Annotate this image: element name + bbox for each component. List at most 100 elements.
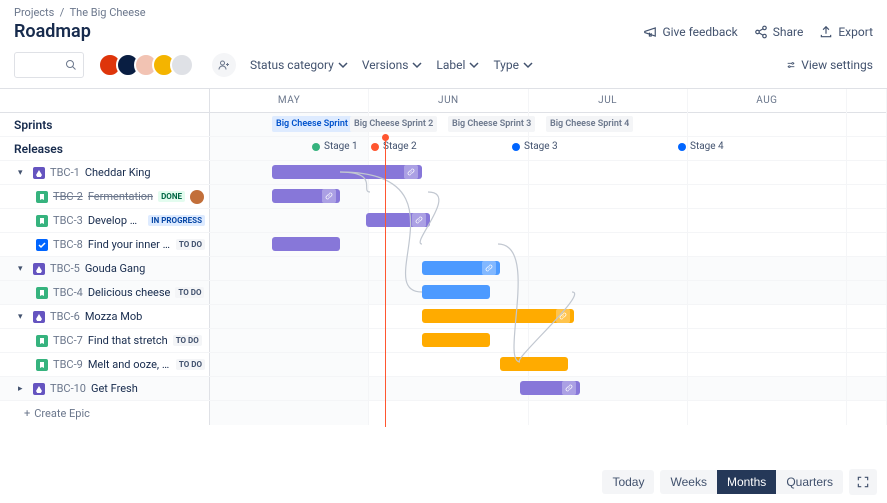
issue-summary[interactable]: Melt and ooze, baby: [88, 358, 171, 371]
release-marker[interactable]: [678, 143, 686, 151]
issue-label[interactable]: TBC-7 Find that stretch TO DO: [0, 329, 210, 352]
issue-summary[interactable]: Delicious cheese: [88, 286, 171, 299]
quarters-button[interactable]: Quarters: [776, 470, 843, 494]
fullscreen-button[interactable]: [849, 469, 877, 495]
release-marker[interactable]: [371, 143, 379, 151]
issue-summary[interactable]: Mozza Mob: [85, 310, 142, 323]
issue-row: TBC-8 Find your inner che… TO DO: [0, 233, 887, 257]
timeline-cell[interactable]: [210, 377, 887, 400]
issue-key[interactable]: TBC-3: [53, 214, 83, 227]
chevron-down-icon[interactable]: ▾: [18, 312, 28, 322]
today-button[interactable]: Today: [602, 470, 654, 494]
timeline-cell[interactable]: [210, 161, 887, 184]
timeline-cell[interactable]: [210, 281, 887, 304]
timeline-cell[interactable]: [210, 257, 887, 280]
issue-label[interactable]: TBC-2FermentationDONE: [0, 185, 210, 208]
month-header: AUG: [688, 89, 847, 113]
epic-type-icon: [33, 167, 45, 179]
status-badge: TO DO: [173, 335, 202, 346]
issue-row: TBC-7 Find that stretch TO DO: [0, 329, 887, 353]
chevron-right-icon[interactable]: ▸: [18, 384, 28, 394]
timeline-bar[interactable]: [500, 357, 568, 371]
add-people-button[interactable]: [212, 53, 236, 77]
issue-summary[interactable]: Cheddar King: [85, 166, 151, 179]
timeline-bar[interactable]: [272, 237, 340, 251]
timeline-bar[interactable]: [272, 189, 340, 203]
give-feedback-button[interactable]: Give feedback: [643, 25, 737, 39]
plus-icon: +: [24, 407, 30, 420]
breadcrumb-project[interactable]: The Big Cheese: [70, 6, 146, 19]
issue-label[interactable]: TBC-9Melt and ooze, babyTO DO: [0, 353, 210, 376]
timeline-cell[interactable]: [210, 185, 887, 208]
timeline-bar[interactable]: [520, 381, 580, 395]
issue-key[interactable]: TBC-2: [53, 190, 83, 203]
month-header: JUN: [369, 89, 528, 113]
release-marker[interactable]: [312, 143, 320, 151]
sprint-tag[interactable]: Big Cheese Sprint 2: [350, 116, 437, 132]
issue-summary[interactable]: Develop flavor: [88, 214, 143, 227]
filter-status-category[interactable]: Status category: [250, 58, 348, 72]
issue-key[interactable]: TBC-9: [53, 358, 83, 371]
link-icon[interactable]: [562, 381, 576, 395]
issue-key[interactable]: TBC-1: [50, 166, 80, 179]
status-badge: TO DO: [176, 239, 205, 250]
issue-key[interactable]: TBC-10: [50, 382, 86, 395]
issue-key[interactable]: TBC-8: [53, 238, 83, 251]
filter-type[interactable]: Type: [493, 58, 533, 72]
issue-label[interactable]: ▾ TBC-6 Mozza Mob: [0, 305, 210, 328]
issue-key[interactable]: TBC-7: [53, 334, 83, 347]
timeline-cell[interactable]: [210, 209, 887, 232]
create-epic-button[interactable]: + Create Epic: [0, 401, 210, 425]
issue-key[interactable]: TBC-6: [50, 310, 80, 323]
timeline-bar[interactable]: [422, 261, 500, 275]
export-button[interactable]: Export: [819, 25, 873, 39]
release-label: Stage 1: [324, 141, 358, 152]
weeks-button[interactable]: Weeks: [660, 470, 716, 494]
issue-label[interactable]: TBC-3Develop flavorIN PROGRESS: [0, 209, 210, 232]
issue-label[interactable]: ▾ TBC-1 Cheddar King: [0, 161, 210, 184]
filter-versions[interactable]: Versions: [362, 58, 423, 72]
share-button[interactable]: Share: [754, 25, 804, 39]
issue-key[interactable]: TBC-4: [53, 286, 83, 299]
filter-label[interactable]: Label: [436, 58, 479, 72]
timeline-bar[interactable]: [366, 213, 430, 227]
assignee-avatar[interactable]: [190, 190, 204, 204]
timeline-bar[interactable]: [422, 333, 490, 347]
issue-summary[interactable]: Fermentation: [88, 190, 153, 203]
sprint-tag[interactable]: Big Cheese Sprint 1: [272, 116, 359, 132]
issue-label[interactable]: ▾ TBC-5 Gouda Gang: [0, 257, 210, 280]
issue-summary[interactable]: Gouda Gang: [85, 262, 145, 275]
chevron-down-icon: [412, 60, 422, 70]
timeline-bar[interactable]: [422, 309, 574, 323]
issue-label[interactable]: TBC-4Delicious cheeseTO DO: [0, 281, 210, 304]
link-icon[interactable]: [404, 165, 418, 179]
link-icon[interactable]: [556, 309, 570, 323]
chevron-down-icon[interactable]: ▾: [18, 168, 28, 178]
export-icon: [819, 25, 833, 39]
timeline-cell[interactable]: [210, 233, 887, 256]
issue-key[interactable]: TBC-5: [50, 262, 80, 275]
release-marker[interactable]: [512, 143, 520, 151]
timeline-bar[interactable]: [422, 285, 490, 299]
months-button[interactable]: Months: [717, 470, 776, 494]
link-icon[interactable]: [482, 261, 496, 275]
issue-summary[interactable]: Find your inner che…: [88, 238, 171, 251]
chevron-down-icon[interactable]: ▾: [18, 264, 28, 274]
view-settings-button[interactable]: View settings: [786, 58, 873, 72]
story-type-icon: [36, 215, 48, 227]
timeline-bar[interactable]: [272, 165, 422, 179]
link-icon[interactable]: [322, 189, 336, 203]
issue-label[interactable]: TBC-8 Find your inner che… TO DO: [0, 233, 210, 256]
issue-summary[interactable]: Get Fresh: [91, 382, 138, 395]
timeline-cell[interactable]: [210, 305, 887, 328]
link-icon[interactable]: [412, 213, 426, 227]
issue-label[interactable]: ▸ TBC-10 Get Fresh: [0, 377, 210, 400]
timeline-cell[interactable]: [210, 329, 887, 352]
search-input[interactable]: [14, 52, 84, 78]
avatar[interactable]: [170, 53, 194, 77]
timeline-cell[interactable]: [210, 353, 887, 376]
sprint-tag[interactable]: Big Cheese Sprint 4: [546, 116, 633, 132]
breadcrumb-root[interactable]: Projects: [14, 6, 54, 19]
issue-summary[interactable]: Find that stretch: [88, 334, 168, 347]
sprint-tag[interactable]: Big Cheese Sprint 3: [448, 116, 535, 132]
